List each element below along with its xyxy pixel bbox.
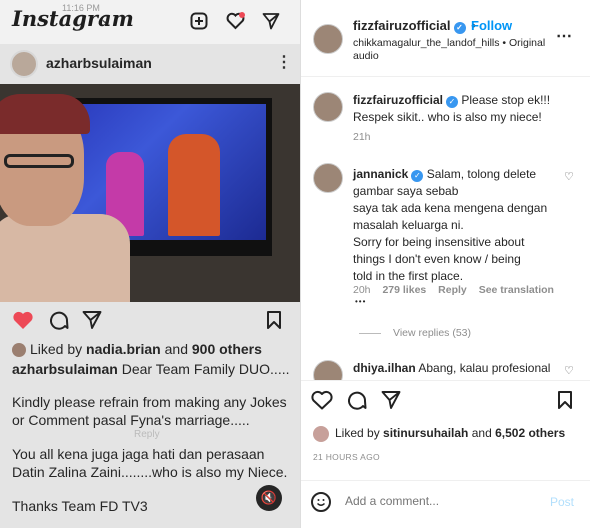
chevron-down-icon[interactable]: ⌄ xyxy=(100,12,110,26)
comment-text-line: told in the first place. xyxy=(353,269,464,283)
liked-by-and: and xyxy=(160,341,192,357)
post-author-row: azharbsulaiman ⋮ xyxy=(0,46,300,82)
avatar xyxy=(313,426,329,442)
divider xyxy=(359,332,381,334)
story-screenshot-pane: Instagram ⌄ 11:16 PM azharbsulaiman ⋮ Li… xyxy=(0,0,300,528)
comment-icon[interactable] xyxy=(48,310,69,331)
avatar[interactable] xyxy=(10,50,38,78)
follow-button[interactable]: Follow xyxy=(471,18,512,33)
avatar[interactable] xyxy=(313,24,343,54)
comment-text-line: Sorry for being insensitive about xyxy=(353,235,525,249)
comment-username[interactable]: dhiya.ilhan xyxy=(353,361,416,375)
location-audio[interactable]: chikkamagalur_the_landof_hills • Origina… xyxy=(353,37,553,63)
performer-figure xyxy=(168,134,220,236)
comment-body: jannanick ✓ Salam, tolong delete gambar s… xyxy=(353,166,563,285)
direct-message-icon[interactable] xyxy=(262,12,280,30)
bookmark-icon[interactable] xyxy=(557,390,573,410)
add-comment-input[interactable] xyxy=(345,494,525,508)
add-post-icon[interactable] xyxy=(190,12,208,30)
post-photo xyxy=(0,84,300,302)
comment-time: 20h xyxy=(353,284,371,296)
caption-first-line: azharbsulaiman Dear Team Family DUO..... xyxy=(12,360,290,378)
comment-text-line: saya tak ada kena mengena dengan xyxy=(353,201,548,215)
post-author-username[interactable]: azharbsulaiman xyxy=(46,55,152,71)
comment-meta-row: 20h 279 likes Reply See translation xyxy=(353,284,554,296)
liked-by-count[interactable]: 900 others xyxy=(192,341,262,357)
comment-icon[interactable] xyxy=(346,390,367,411)
bookmark-icon[interactable] xyxy=(266,310,282,330)
man-figure-body xyxy=(0,214,130,302)
liked-by-user[interactable]: nadia.brian xyxy=(86,341,161,357)
verified-badge-icon: ✓ xyxy=(453,22,466,34)
caption-line: or Comment pasal Fyna's marriage..... xyxy=(12,412,250,428)
comment-more-options-icon[interactable]: ••• xyxy=(355,297,366,306)
add-comment-bar: Post xyxy=(301,480,590,524)
caption-line: Kindly please refrain from making any Jo… xyxy=(12,394,287,410)
reply-ghost-text: Reply xyxy=(134,429,160,440)
post-date: 21 HOURS AGO xyxy=(313,452,380,462)
verified-badge-icon: ✓ xyxy=(411,170,424,182)
avatar xyxy=(12,343,26,358)
liked-by-user[interactable]: sitinursuhailah xyxy=(383,426,468,440)
comment-like-heart-icon[interactable]: ♡ xyxy=(564,170,574,183)
more-options-icon[interactable]: ⋮ xyxy=(276,52,292,72)
caption-line: You all kena juga jaga hati dan perasaan xyxy=(12,446,265,462)
liked-by-prefix: Liked by xyxy=(335,426,384,441)
verified-badge-icon: ✓ xyxy=(446,96,459,108)
post-actions-right xyxy=(301,380,590,420)
view-replies-button[interactable]: View replies (53) xyxy=(359,327,471,339)
instagram-top-bar: Instagram ⌄ 11:16 PM xyxy=(0,0,300,44)
comment-cutoff: dhiya.ilhan Abang, kalau profesional ♡ xyxy=(301,356,590,380)
header-username-line: fizzfairuzofficial ✓ • xyxy=(353,18,478,34)
comment-like-heart-icon[interactable]: ♡ xyxy=(564,364,574,377)
comment-text-line: masalah keluarga ni. xyxy=(353,218,464,232)
comment-username[interactable]: jannanick xyxy=(353,167,408,181)
comment-likes[interactable]: 279 likes xyxy=(382,284,426,296)
status-time: 11:16 PM xyxy=(62,3,100,13)
heart-icon[interactable] xyxy=(311,390,333,410)
liked-by-prefix: Liked by xyxy=(30,341,87,357)
share-icon[interactable] xyxy=(82,310,102,330)
emoji-icon[interactable] xyxy=(311,492,331,512)
heart-notifications-icon[interactable] xyxy=(226,12,245,30)
avatar[interactable] xyxy=(313,360,343,380)
comment-text: Abang, kalau profesional xyxy=(418,361,551,375)
caption-username[interactable]: azharbsulaiman xyxy=(12,361,118,377)
heart-icon[interactable] xyxy=(12,310,34,330)
caption-line: Datin Zalina Zaini........who is also my… xyxy=(12,464,288,480)
post-header: fizzfairuzofficial ✓ • Follow chikkamagal… xyxy=(301,0,590,77)
header-username[interactable]: fizzfairuzofficial xyxy=(353,18,451,33)
comment-body: fizzfairuzofficial ✓ Please stop ek!!! Re… xyxy=(353,92,578,126)
caption-text: Dear Team Family DUO..... xyxy=(117,361,290,377)
comment-text-line: gambar saya sebab xyxy=(353,184,459,198)
comment-username[interactable]: fizzfairuzofficial xyxy=(353,93,443,107)
post-actions-left xyxy=(0,304,300,338)
liked-by-count[interactable]: 6,502 others xyxy=(495,426,565,440)
comment-time: 21h xyxy=(353,131,371,143)
liked-by-line: Liked by sitinursuhailah and 6,502 other… xyxy=(313,426,565,442)
comment-text-line: Salam, tolong delete xyxy=(426,167,537,181)
avatar[interactable] xyxy=(313,92,343,122)
reply-button[interactable]: Reply xyxy=(438,284,467,296)
avatar[interactable] xyxy=(313,163,343,193)
view-replies-label: View replies (53) xyxy=(393,327,472,339)
liked-by-and: and xyxy=(468,426,496,441)
post-comment-button[interactable]: Post xyxy=(550,495,574,509)
mute-icon[interactable]: 🔇 xyxy=(256,485,282,511)
man-figure-cap xyxy=(0,94,90,134)
comment-text-line: things I don't even know / being xyxy=(353,252,521,266)
comments-panel: fizzfairuzofficial ✓ • Follow chikkamagal… xyxy=(300,0,590,528)
man-figure-glasses xyxy=(4,154,74,168)
more-options-icon[interactable]: ⋯ xyxy=(556,26,572,46)
liked-by-line: Liked by nadia.brian and 900 others xyxy=(12,340,262,358)
see-translation-button[interactable]: See translation xyxy=(479,284,554,296)
caption-line: Thanks Team FD TV3 xyxy=(12,498,148,514)
comment-body: dhiya.ilhan Abang, kalau profesional xyxy=(353,360,578,377)
share-icon[interactable] xyxy=(381,390,401,410)
